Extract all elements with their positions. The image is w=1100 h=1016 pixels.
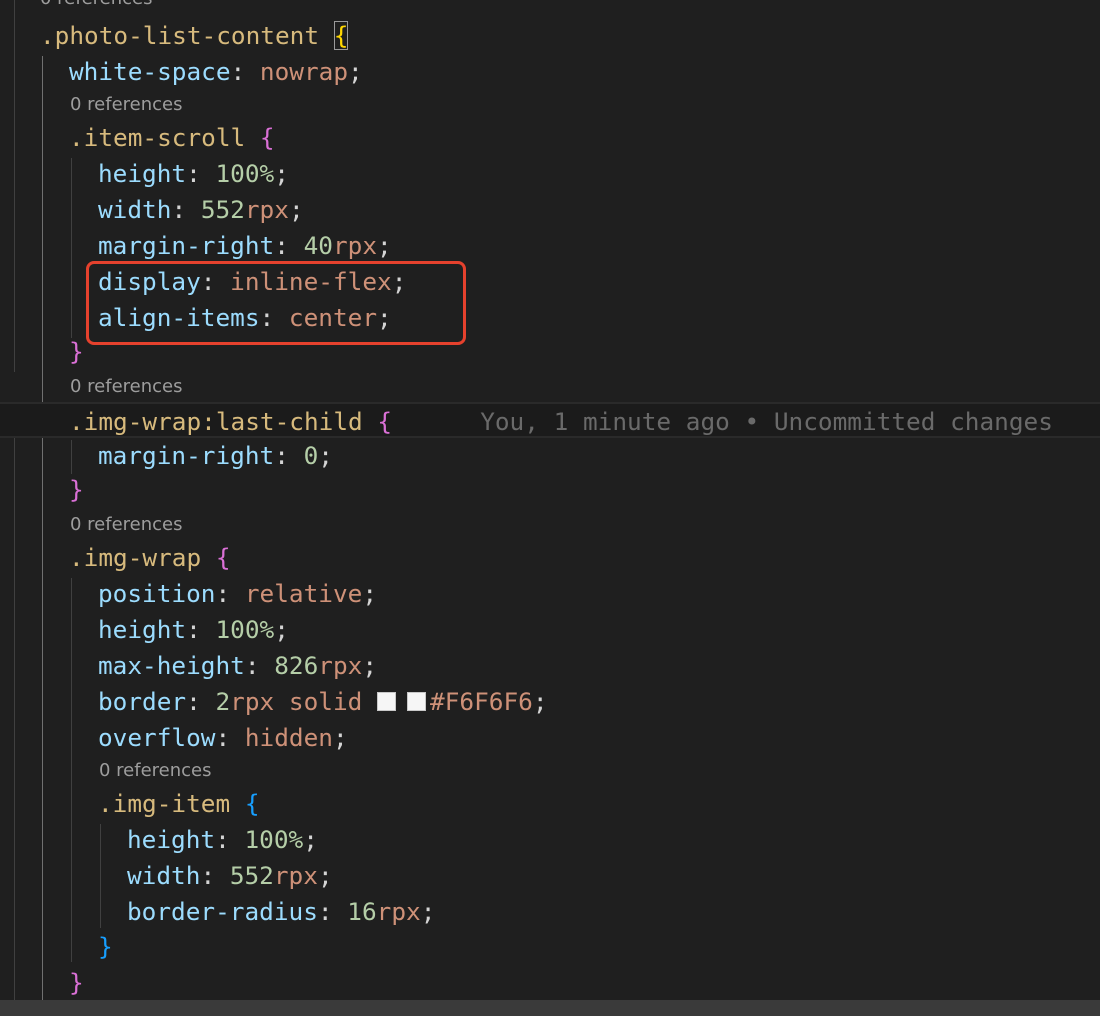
css-property: border-radius <box>127 897 318 926</box>
css-value: relative <box>244 579 363 608</box>
css-value: nowrap <box>259 57 349 86</box>
css-property: height <box>98 615 187 644</box>
css-property: width <box>127 861 201 890</box>
code-line-current: .img-wrap:last-child { You, 1 minute ago… <box>0 402 1100 438</box>
code-line: overflow: hidden; <box>98 723 348 752</box>
css-number: 552 <box>200 195 245 224</box>
css-unit: rpx <box>230 687 275 716</box>
color-swatch-icon[interactable] <box>377 692 397 711</box>
css-selector: .item-scroll <box>69 123 246 152</box>
css-property: position <box>98 579 216 608</box>
css-selector: .photo-list-content <box>40 21 320 50</box>
css-selector: .img-item <box>98 789 231 818</box>
close-brace: } <box>69 337 84 366</box>
code-line: height: 100%; <box>98 615 289 644</box>
css-value: 100% <box>244 825 304 854</box>
code-line: width: 552rpx; <box>127 861 333 890</box>
open-brace: { <box>333 21 349 50</box>
code-line: } <box>0 929 1100 965</box>
css-number: 16 <box>347 897 377 926</box>
css-property: overflow <box>98 723 216 752</box>
css-value: 100% <box>215 615 275 644</box>
css-number: 40 <box>303 231 333 260</box>
code-line: margin-right: 40rpx; <box>98 231 392 260</box>
css-selector: .img-wrap:last-child <box>69 407 363 436</box>
git-blame-annotation[interactable]: You, 1 minute ago • Uncommitted changes <box>480 407 1053 436</box>
open-brace: { <box>215 543 231 572</box>
close-brace: } <box>98 932 113 961</box>
css-unit: rpx <box>244 195 289 224</box>
css-value: 100% <box>215 159 275 188</box>
code-line: max-height: 826rpx; <box>98 651 378 680</box>
open-brace: { <box>244 789 260 818</box>
css-property: width <box>98 195 172 224</box>
css-selector: .img-wrap <box>69 543 202 572</box>
color-swatch-icon[interactable] <box>407 692 427 711</box>
close-brace: } <box>69 475 84 504</box>
codelens-references[interactable]: 0 references <box>0 0 1100 14</box>
css-unit: rpx <box>332 231 378 260</box>
code-line: width: 552rpx; <box>98 195 304 224</box>
css-number: 2 <box>215 687 231 716</box>
code-line: .photo-list-content { <box>0 18 1100 54</box>
code-line: white-space: nowrap; <box>69 57 363 86</box>
css-value: hidden <box>244 723 333 752</box>
css-unit: rpx <box>376 897 421 926</box>
codelens-references[interactable]: 0 references <box>0 370 1100 402</box>
codelens-references[interactable]: 0 references <box>0 754 1100 786</box>
code-line: margin-right: 0; <box>98 441 333 470</box>
codelens-references[interactable]: 0 references <box>0 508 1100 540</box>
code-line: .item-scroll { <box>0 120 1100 156</box>
css-number: 552 <box>229 861 274 890</box>
code-line: } <box>0 965 1100 1001</box>
code-line: } <box>0 472 1100 508</box>
open-brace: { <box>259 123 275 152</box>
open-brace: { <box>377 407 393 436</box>
code-line: .img-wrap { <box>0 540 1100 576</box>
css-property: white-space <box>69 57 231 86</box>
code-line: height: 100%; <box>127 825 318 854</box>
css-value: 0 <box>303 441 319 470</box>
css-property: margin-right <box>98 441 275 470</box>
css-property: border <box>98 687 187 716</box>
css-color-value: #F6F6F6 <box>430 687 533 716</box>
css-value: solid <box>288 687 363 716</box>
code-line: border: 2rpx solid #F6F6F6; <box>98 687 548 716</box>
css-unit: rpx <box>273 861 318 890</box>
close-brace: } <box>69 968 84 997</box>
code-line: .img-item { <box>0 786 1100 822</box>
horizontal-scrollbar[interactable] <box>0 1000 1100 1016</box>
code-editor[interactable]: 0 references .photo-list-content { white… <box>0 0 1100 1016</box>
highlight-box <box>86 261 466 345</box>
css-property: max-height <box>98 651 245 680</box>
css-property: margin-right <box>98 231 275 260</box>
css-unit: rpx <box>318 651 363 680</box>
code-line: position: relative; <box>98 579 378 608</box>
code-line: height: 100%; <box>98 159 289 188</box>
css-property: height <box>127 825 216 854</box>
css-number: 826 <box>274 651 319 680</box>
codelens-references[interactable]: 0 references <box>0 88 1100 120</box>
code-line: border-radius: 16rpx; <box>127 897 436 926</box>
css-property: height <box>98 159 187 188</box>
